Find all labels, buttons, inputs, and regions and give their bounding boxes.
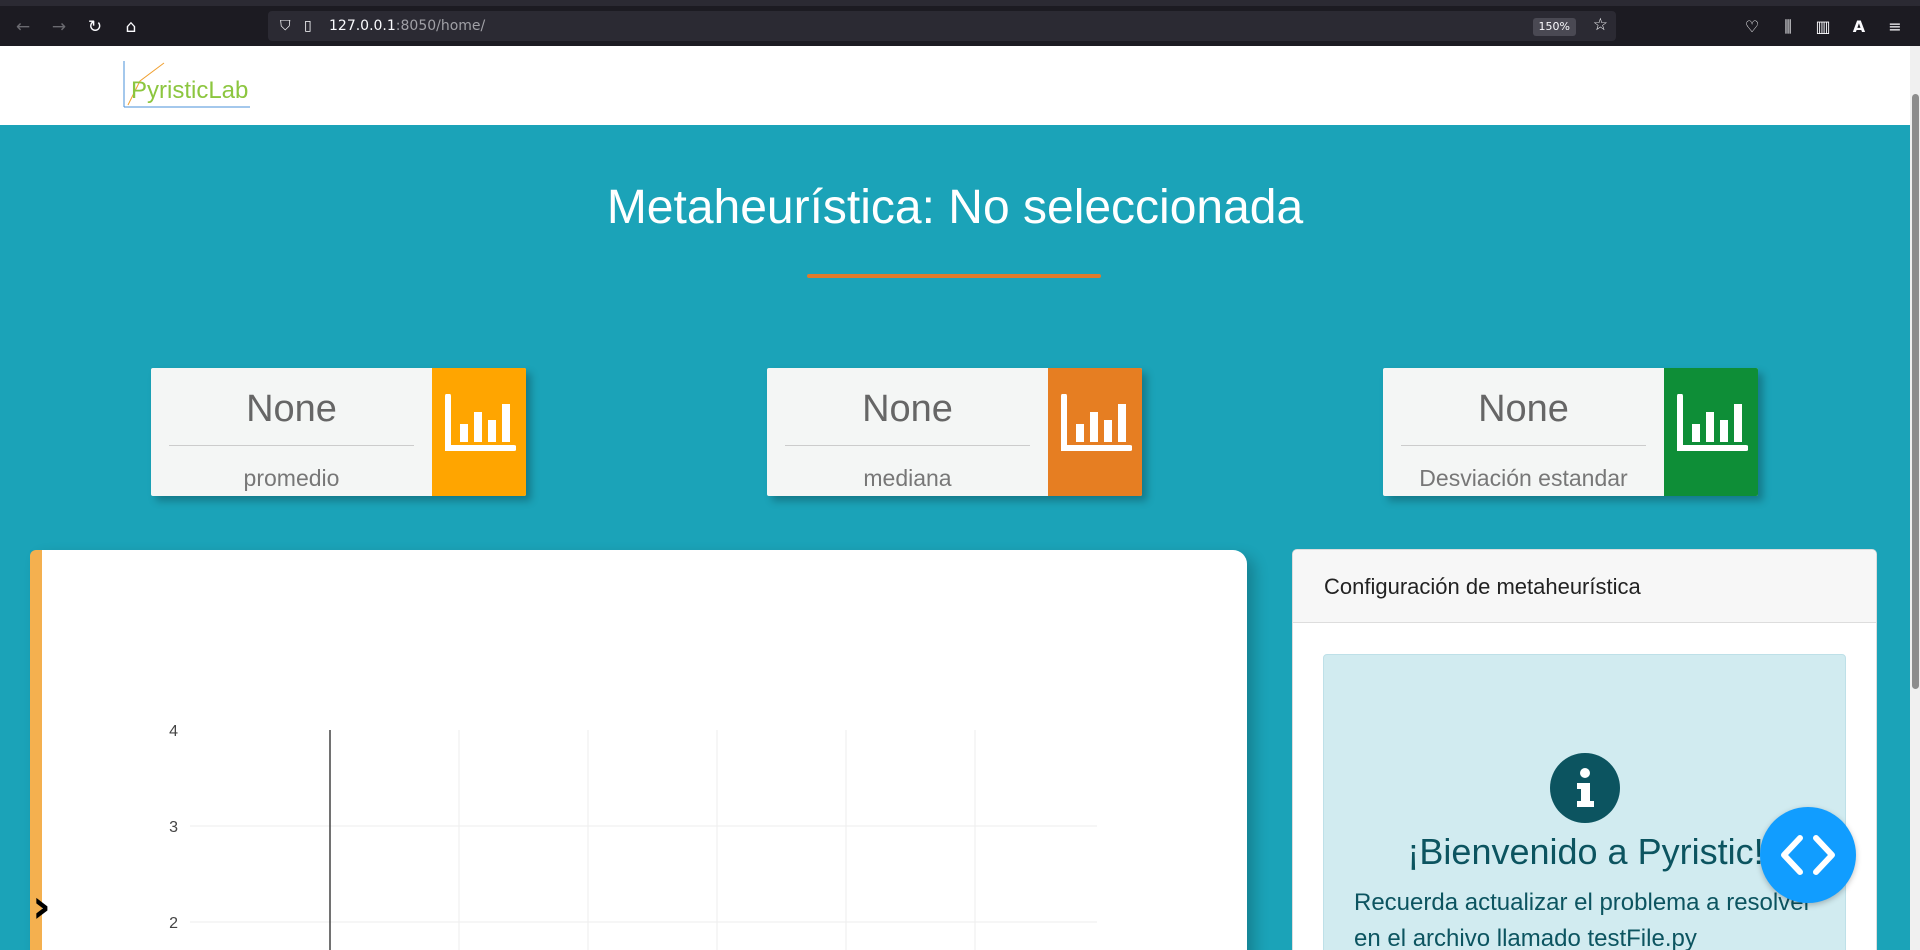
page-title: Metaheurística: No seleccionada <box>606 181 1304 234</box>
divider <box>785 445 1030 446</box>
code-brackets-icon <box>1781 835 1835 875</box>
logo-text: PyristicLab <box>131 77 249 104</box>
info-alert: ¡Bienvenido a Pyristic! Recuerda actuali… <box>1323 654 1846 950</box>
url-host: 127.0.0.1 <box>329 18 396 34</box>
chart-plot[interactable]: 4 3 2 <box>42 550 1247 950</box>
page-icon: ▯ <box>304 18 312 34</box>
forward-icon[interactable]: → <box>48 16 70 38</box>
url-text[interactable]: 127.0.0.1:8050/home/ <box>329 18 485 34</box>
debug-toggle-button[interactable] <box>1760 807 1856 903</box>
logo[interactable]: PyristicLab <box>122 59 252 109</box>
zoom-badge[interactable]: 150% <box>1532 18 1576 36</box>
bar-chart-icon <box>445 394 516 451</box>
pocket-icon[interactable]: ♡ <box>1741 17 1763 37</box>
stat-value: None <box>246 388 337 430</box>
stat-card-average: None promedio <box>151 368 526 496</box>
bookmark-star-icon[interactable]: ☆ <box>1593 15 1608 35</box>
stat-icon-box <box>432 368 526 496</box>
stat-label: Desviación estandar <box>1419 465 1628 491</box>
info-icon <box>1550 753 1620 823</box>
config-title: Configuración de metaheurística <box>1324 574 1641 599</box>
bar-chart-icon <box>1061 394 1132 451</box>
browser-toolbar: ← → ↻ ⌂ ⛉ ▯ 127.0.0.1:8050/home/ 150% ☆ … <box>0 0 1920 46</box>
reload-icon[interactable]: ↻ <box>84 16 106 38</box>
bar-chart-icon <box>1677 394 1748 451</box>
reader-icon[interactable]: A <box>1848 17 1870 37</box>
title-underline <box>807 274 1101 278</box>
message-line: Recuerda actualizar el problema a resolv… <box>1354 889 1812 916</box>
app-header: PyristicLab <box>0 46 1910 125</box>
back-icon[interactable]: ← <box>12 16 34 38</box>
scrollbar[interactable] <box>1910 46 1920 950</box>
y-tick-label: 4 <box>169 723 178 740</box>
home-icon[interactable]: ⌂ <box>120 16 142 38</box>
stat-card-std-dev: None Desviación estandar <box>1383 368 1758 496</box>
y-tick-label: 2 <box>169 915 178 932</box>
sidebar-icon[interactable]: ▥ <box>1812 17 1834 37</box>
stat-icon-box <box>1048 368 1142 496</box>
chart-card: 4 3 2 <box>30 550 1247 950</box>
shield-icon[interactable]: ⛉ <box>280 16 291 36</box>
stat-card-median: None mediana <box>767 368 1142 496</box>
config-header: Configuración de metaheurística <box>1293 550 1876 623</box>
chevron-right-icon[interactable]: › <box>32 882 64 930</box>
url-bar[interactable]: ⛉ ▯ 127.0.0.1:8050/home/ 150% ☆ <box>268 11 1616 41</box>
library-icon[interactable]: ⫼ <box>1777 17 1799 37</box>
stat-value: None <box>1478 388 1569 430</box>
scrollbar-thumb[interactable] <box>1912 94 1919 689</box>
menu-icon[interactable]: ≡ <box>1884 17 1906 37</box>
message-line: en el archivo llamado testFile.py <box>1354 925 1697 950</box>
stat-label: promedio <box>243 465 340 491</box>
y-tick-label: 3 <box>169 819 178 836</box>
stat-label: mediana <box>863 465 952 491</box>
stat-icon-box <box>1664 368 1758 496</box>
divider <box>169 445 414 446</box>
stat-value: None <box>862 388 953 430</box>
url-path: :8050/home/ <box>395 18 486 34</box>
welcome-message: Recuerda actualizar el problema a resolv… <box>1354 885 1834 950</box>
divider <box>1401 445 1646 446</box>
